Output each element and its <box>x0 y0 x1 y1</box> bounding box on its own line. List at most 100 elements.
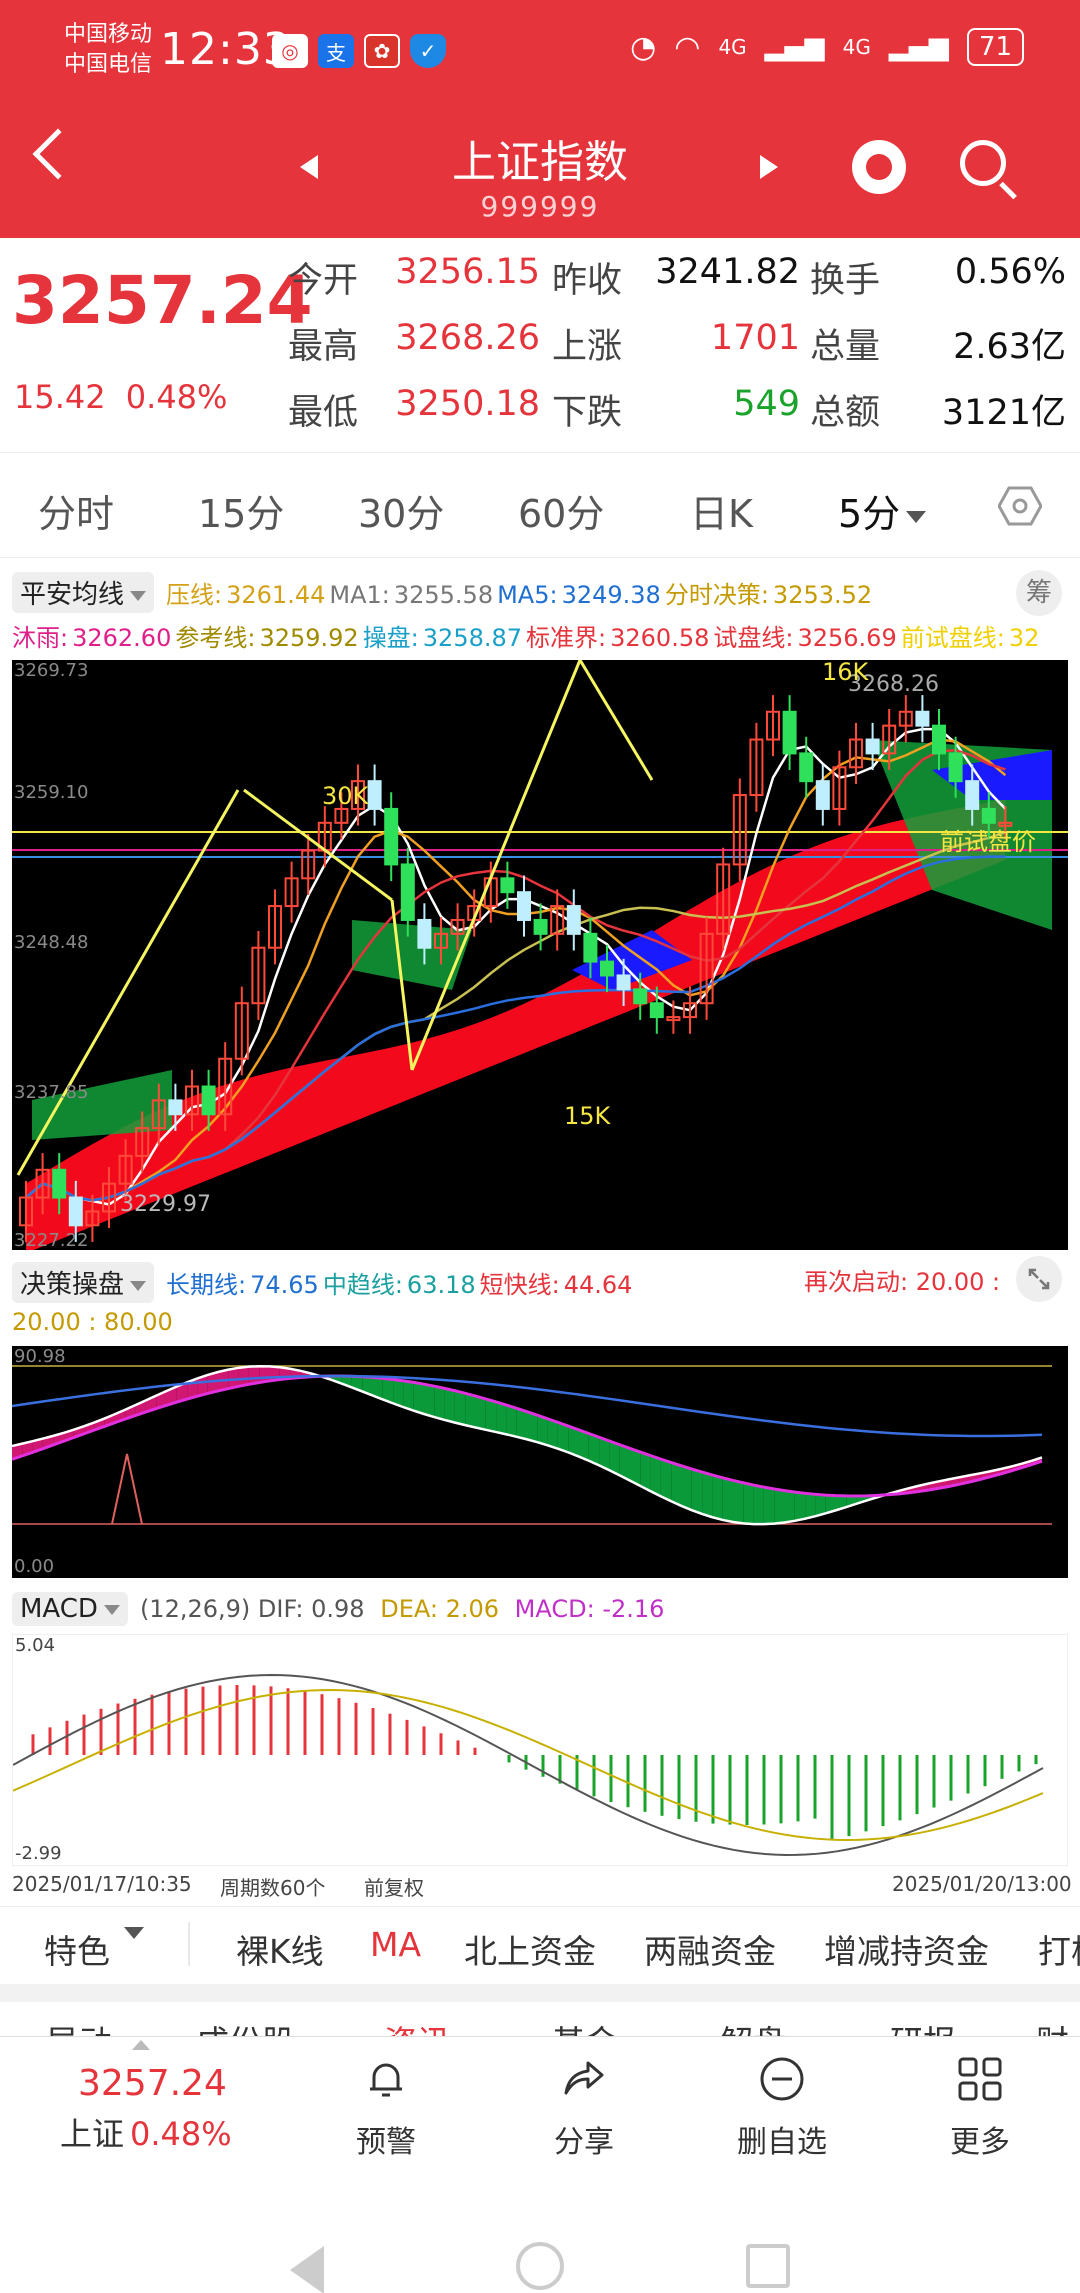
decision-value: 74.65 <box>250 1271 319 1299</box>
signal-2: 4G <box>842 35 871 59</box>
shield-icon: ✓ <box>410 34 446 68</box>
decision-indicator-selector[interactable]: 决策操盘 <box>12 1262 155 1303</box>
decision-label: 短快线: <box>479 1271 560 1299</box>
expand-icon[interactable] <box>1016 1256 1062 1302</box>
decision-area <box>763 1487 775 1525</box>
chart-period-count: 周期数60个 <box>220 1876 326 1900</box>
news-tab[interactable]: 异动 <box>46 2016 112 2038</box>
feature-tab[interactable]: 北上资金 <box>464 1925 596 1973</box>
candle-body <box>52 1168 67 1199</box>
decision-area <box>475 1396 486 1430</box>
nav-recents-icon[interactable] <box>746 2244 790 2288</box>
period-tab[interactable]: 15分 <box>198 483 284 538</box>
period-tab[interactable]: 分时 <box>38 483 114 538</box>
candle-body <box>168 1099 183 1116</box>
period-tab[interactable]: 60分 <box>518 483 604 538</box>
period-tab[interactable]: 日K <box>690 483 753 538</box>
kline-y-label: 3227.22 <box>14 1230 89 1250</box>
decision-area <box>753 1485 764 1525</box>
ma-label: 分时决策: <box>664 581 769 609</box>
more-button[interactable]: 更多 <box>910 2055 1050 2161</box>
kline-chart[interactable]: 3269.73 3259.10 3248.48 3237.85 3227.22 … <box>12 660 1068 1250</box>
quote-value: 2.63亿 <box>953 327 1066 367</box>
ma-value: 3256.69 <box>797 624 897 652</box>
decision-area <box>485 1398 497 1433</box>
alert-button[interactable]: 预警 <box>316 2055 456 2161</box>
decision-area <box>784 1490 795 1523</box>
news-tab[interactable]: 成份股 <box>196 2016 295 2038</box>
search-icon[interactable] <box>960 140 1006 186</box>
active-tab-indicator <box>862 88 906 95</box>
candle-body <box>633 988 648 1005</box>
caret-down-icon <box>124 1927 144 1939</box>
settings-hexagon-icon[interactable] <box>998 486 1042 526</box>
decision-area <box>774 1489 785 1524</box>
candle-body <box>815 780 830 810</box>
fuquan-mode[interactable]: 前复权 <box>364 1872 424 1901</box>
quote-value: 1701 <box>710 318 800 358</box>
candle-body <box>932 724 946 755</box>
feature-tab[interactable]: 增减持资金 <box>824 1925 989 1973</box>
back-arrow-icon[interactable] <box>32 128 84 180</box>
trend-line <box>578 660 654 781</box>
chip-distribution-button[interactable]: 筹 <box>1016 570 1062 616</box>
bottom-stock-name[interactable]: 上证 0.48% <box>60 2109 232 2155</box>
next-stock-icon[interactable] <box>760 155 778 179</box>
nav-home-icon[interactable] <box>516 2242 564 2290</box>
decision-area <box>671 1462 682 1506</box>
restart-value: 再次启动: 20.00 : <box>804 1268 1001 1296</box>
decision-chart[interactable]: 90.98 0.00 <box>12 1346 1068 1578</box>
caret-down-icon <box>130 1280 147 1291</box>
kline-y-label: 3259.10 <box>14 782 89 803</box>
quote-label: 下跌 <box>552 393 623 433</box>
quote-value: 3268.26 <box>395 318 540 358</box>
expand-up-icon[interactable] <box>132 2040 150 2050</box>
feature-tab[interactable]: 两融资金 <box>644 1925 776 1973</box>
macd-selector[interactable]: MACD <box>12 1592 128 1626</box>
section-gap <box>0 1984 1080 2002</box>
candle-body <box>500 877 515 894</box>
feature-tab[interactable]: MA <box>370 1925 421 1964</box>
speed-icon: ◔ <box>630 29 657 65</box>
bottom-name-text: 上证 <box>60 2115 125 2153</box>
assistant-robot-icon[interactable] <box>852 140 906 194</box>
ma-label: MA1: <box>329 581 390 609</box>
candle-body <box>68 1196 83 1227</box>
macd-dea: DEA: 2.06 <box>380 1595 500 1623</box>
macd-top-label: 5.04 <box>15 1635 56 1656</box>
period-tabs: 分时 15分 30分 60分 日K 5分 <box>0 452 1080 558</box>
share-button[interactable]: 分享 <box>514 2055 654 2161</box>
remove-watchlist-button[interactable]: 删自选 <box>712 2055 852 2161</box>
ma-value: 3255.58 <box>393 581 494 609</box>
carrier-2: 中国电信 <box>64 52 153 77</box>
feature-tab[interactable]: 特色 <box>44 1925 110 1973</box>
prev-stock-icon[interactable] <box>300 155 318 179</box>
news-tab[interactable]: 基金 <box>552 2016 618 2038</box>
quote-label: 最低 <box>288 393 359 433</box>
decision-area <box>722 1477 733 1522</box>
macd-selector-label: MACD <box>20 1594 98 1624</box>
period-tab-label: 15分 <box>198 492 285 536</box>
news-tab[interactable]: 研报 <box>890 2016 956 2038</box>
news-tab[interactable]: 解盘 <box>720 2016 786 2038</box>
feature-tab[interactable]: 裸K线 <box>236 1925 324 1973</box>
alipay-icon: 支 <box>318 34 354 68</box>
annotation-15k: 15K <box>564 1102 611 1130</box>
feature-tab[interactable]: 打板 <box>1038 1925 1080 1973</box>
ma-value: 3249.38 <box>561 581 661 609</box>
ma-value: 3260.58 <box>610 624 710 652</box>
cloud-band <box>26 798 1006 1250</box>
candle-body <box>799 752 814 783</box>
news-tab[interactable]: 财务 <box>1036 2016 1080 2038</box>
news-tab[interactable]: 资讯 <box>384 2016 450 2038</box>
stock-code: 999999 <box>480 190 600 223</box>
macd-chart[interactable]: 5.04 -2.99 <box>12 1634 1068 1866</box>
period-tab[interactable]: 5分 <box>838 483 927 538</box>
restart-spike <box>111 1453 143 1525</box>
bell-icon <box>370 2063 402 2097</box>
nav-back-icon[interactable] <box>290 2246 324 2293</box>
period-tab[interactable]: 30分 <box>358 483 444 538</box>
quote-value: 549 <box>733 384 800 424</box>
decision-area <box>527 1411 538 1443</box>
main-indicator-selector[interactable]: 平安均线 <box>12 572 155 613</box>
